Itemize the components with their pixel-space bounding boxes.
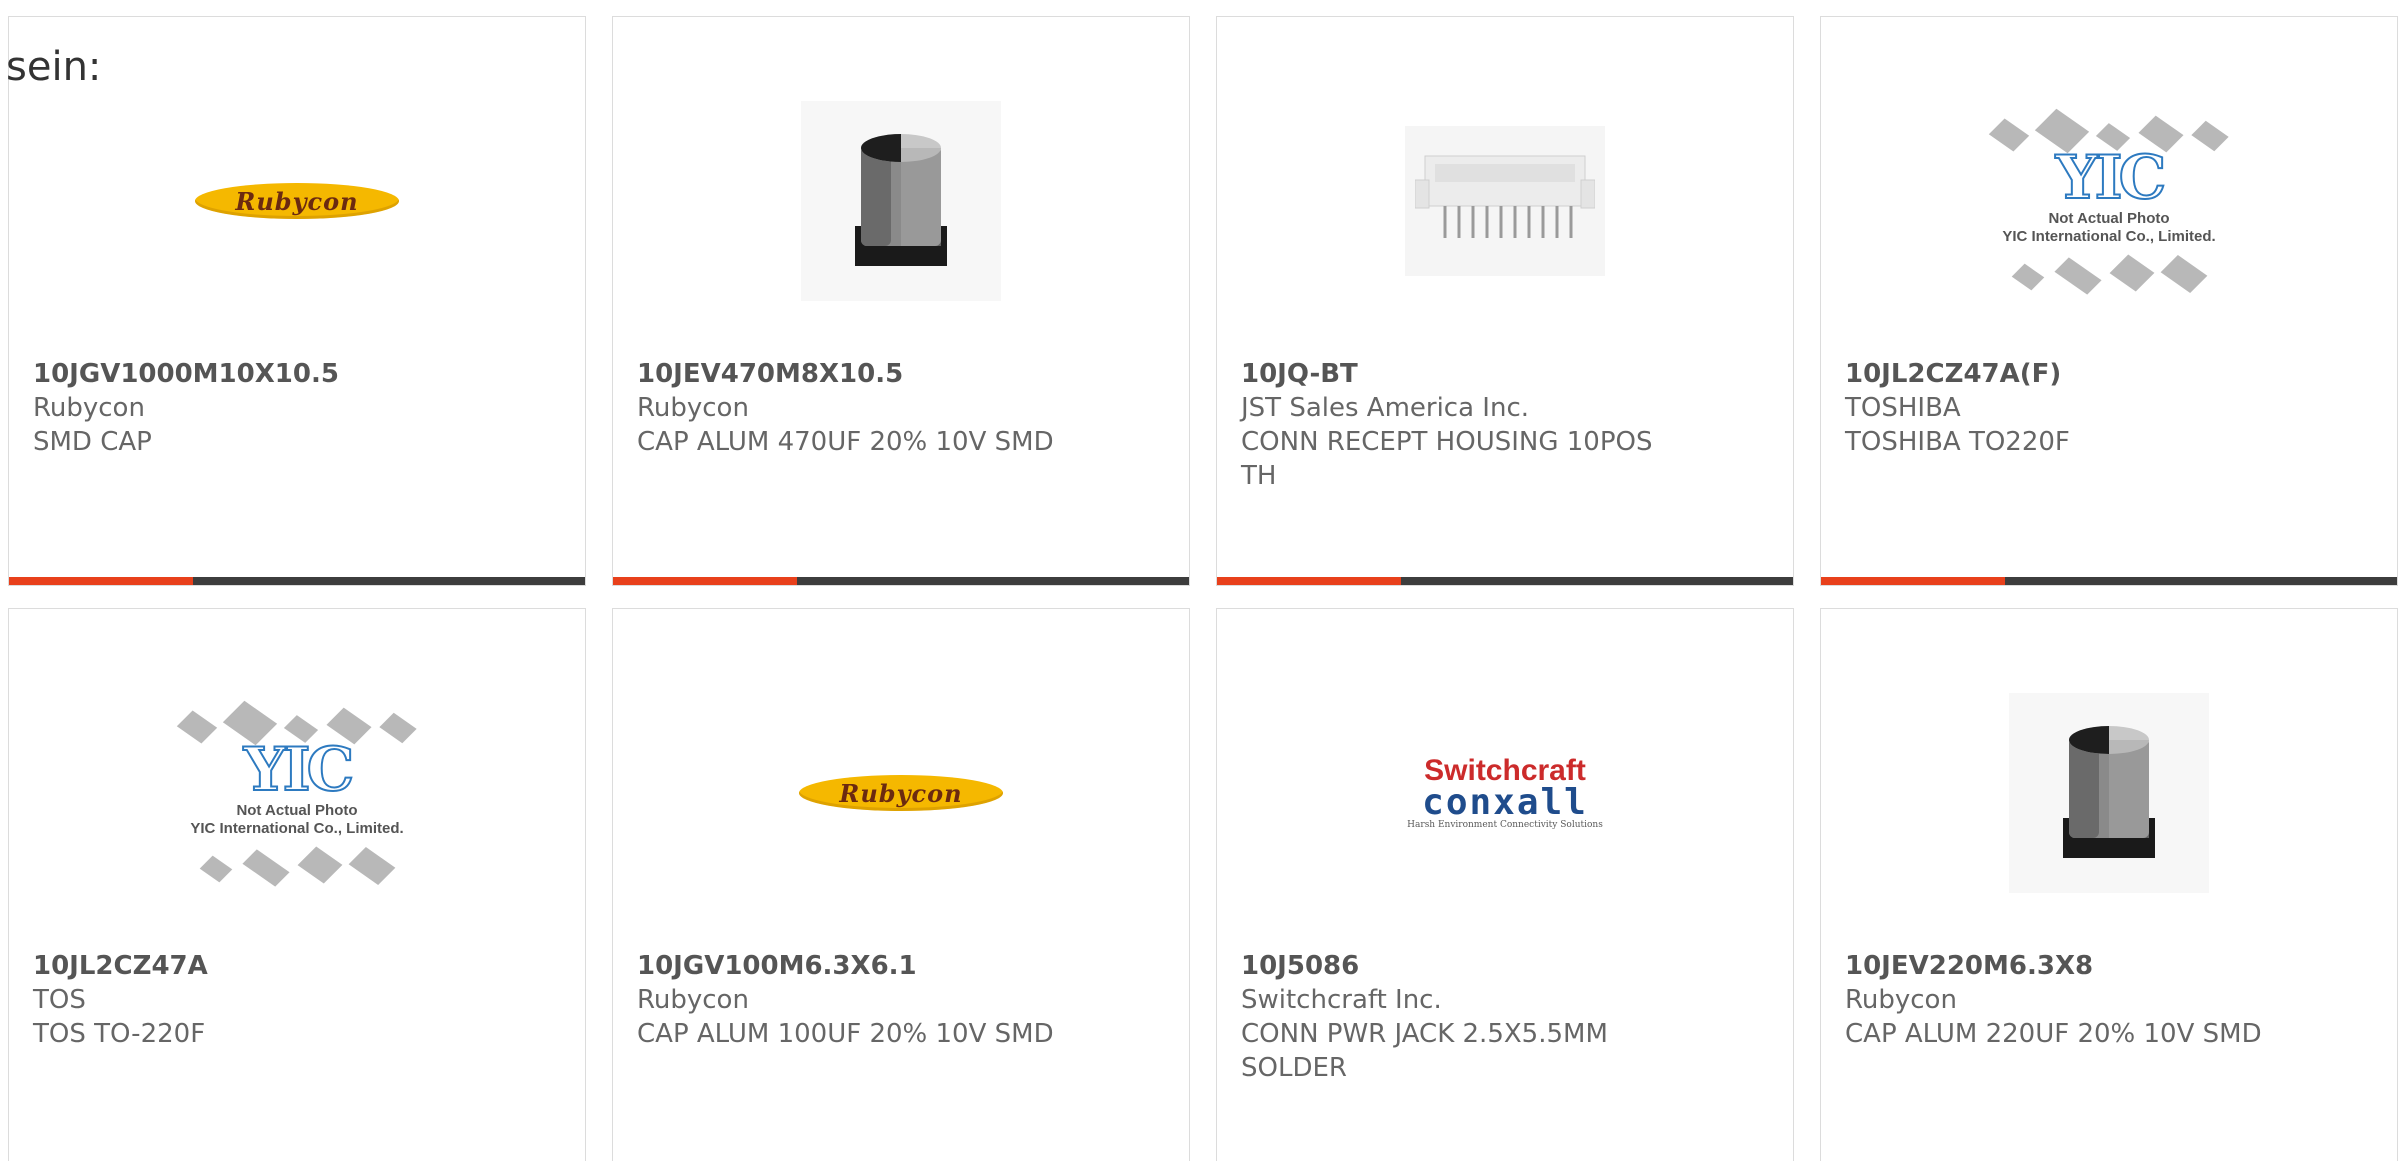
product-image[interactable] (613, 41, 1189, 361)
manufacturer: JST Sales America Inc. (1241, 393, 1530, 423)
product-image[interactable]: YIC Not Actual Photo YIC International C… (9, 633, 585, 953)
chip-row-top (1988, 108, 2229, 154)
product-info: 10JL2CZ47A(F) TOSHIBA TOSHIBA TO220F (1845, 357, 2365, 459)
product-image[interactable]: Rubycon (613, 633, 1189, 953)
yic-caption-line2: YIC International Co., Limited. (190, 820, 404, 837)
product-image[interactable] (1217, 41, 1793, 361)
product-card[interactable]: Switchcraft conxall Harsh Environment Co… (1216, 608, 1794, 1161)
chip-row-bottom (2011, 254, 2208, 295)
product-info: 10J5086 Switchcraft Inc. CONN PWR JACK 2… (1241, 949, 1761, 1085)
product-card[interactable]: Rubycon 10JGV1000M10X10.5 Rubycon SMD CA… (8, 16, 586, 586)
product-info: 10JEV220M6.3X8 Rubycon CAP ALUM 220UF 20… (1845, 949, 2365, 1051)
rubycon-logo: Rubycon (799, 775, 1003, 811)
chip-icon (199, 855, 233, 883)
card-bottom-bar (9, 577, 585, 585)
description: TOSHIBA TO220F (1845, 427, 2070, 457)
switchcraft-logo: Switchcraft conxall Harsh Environment Co… (1407, 756, 1603, 831)
description: CONN RECEPT HOUSING 10POS TH (1241, 427, 1653, 491)
capacitor-image (855, 134, 947, 266)
product-card[interactable]: YIC Not Actual Photo YIC International C… (8, 608, 586, 1161)
chip-icon (2160, 255, 2208, 293)
part-number-link[interactable]: 10JQ-BT (1241, 357, 1761, 391)
rubycon-logo: Rubycon (195, 183, 399, 219)
manufacturer: Rubycon (637, 393, 749, 423)
part-number-link[interactable]: 10JGV100M6.3X6.1 (637, 949, 1157, 983)
yic-placeholder-image: YIC Not Actual Photo YIC International C… (1988, 108, 2229, 295)
connector-photo (1405, 126, 1605, 276)
manufacturer: Switchcraft Inc. (1241, 985, 1442, 1015)
chip-icon (2054, 257, 2102, 295)
product-image[interactable]: Switchcraft conxall Harsh Environment Co… (1217, 633, 1793, 953)
description: CAP ALUM 470UF 20% 10V SMD (637, 427, 1054, 457)
manufacturer: Rubycon (637, 985, 749, 1015)
rubycon-logo-text: Rubycon (839, 778, 963, 808)
chip-icon (176, 710, 218, 744)
card-bottom-bar (613, 577, 1189, 585)
card-accent (9, 577, 193, 585)
card-accent (1217, 577, 1401, 585)
card-accent (613, 577, 797, 585)
yic-caption-line1: Not Actual Photo (2048, 210, 2170, 227)
product-info: 10JGV100M6.3X6.1 Rubycon CAP ALUM 100UF … (637, 949, 1157, 1051)
product-listing-page: sein: Rubycon 10JGV1000M10X10.5 Rubycon … (0, 0, 2400, 1161)
chip-icon (379, 712, 417, 744)
part-number-link[interactable]: 10JEV220M6.3X8 (1845, 949, 2365, 983)
description: SMD CAP (33, 427, 152, 457)
product-image[interactable] (1821, 633, 2397, 953)
logo-tagline: Harsh Environment Connectivity Solutions (1407, 820, 1603, 830)
card-bottom-bar (1821, 577, 2397, 585)
yic-caption-line2: YIC International Co., Limited. (2002, 228, 2216, 245)
yic-logo: YIC (2055, 143, 2168, 213)
card-bottom-bar (1217, 577, 1793, 585)
chip-row-bottom (199, 846, 396, 887)
manufacturer: TOS (33, 985, 86, 1015)
product-card[interactable]: 10JQ-BT JST Sales America Inc. CONN RECE… (1216, 16, 1794, 586)
chip-icon (2011, 263, 2045, 291)
card-accent (1821, 577, 2005, 585)
connector-image (1415, 155, 1595, 238)
section-label: sein: (6, 44, 102, 90)
product-card[interactable]: YIC Not Actual Photo YIC International C… (1820, 16, 2398, 586)
chip-icon (348, 847, 396, 885)
part-number-link[interactable]: 10JEV470M8X10.5 (637, 357, 1157, 391)
yic-placeholder-image: YIC Not Actual Photo YIC International C… (176, 700, 417, 887)
product-grid: Rubycon 10JGV1000M10X10.5 Rubycon SMD CA… (8, 16, 2400, 1161)
capacitor-image (2063, 726, 2155, 858)
part-number-link[interactable]: 10JL2CZ47A(F) (1845, 357, 2365, 391)
capacitor-photo (801, 101, 1001, 301)
product-card[interactable]: Rubycon 10JGV100M6.3X6.1 Rubycon CAP ALU… (612, 608, 1190, 1161)
product-info: 10JQ-BT JST Sales America Inc. CONN RECE… (1241, 357, 1761, 493)
part-number-link[interactable]: 10J5086 (1241, 949, 1761, 983)
product-card[interactable]: 10JEV220M6.3X8 Rubycon CAP ALUM 220UF 20… (1820, 608, 2398, 1161)
description: CONN PWR JACK 2.5X5.5MM SOLDER (1241, 1019, 1608, 1083)
product-card[interactable]: 10JEV470M8X10.5 Rubycon CAP ALUM 470UF 2… (612, 16, 1190, 586)
manufacturer: Rubycon (1845, 985, 1957, 1015)
manufacturer: TOSHIBA (1845, 393, 1961, 423)
part-number-link[interactable]: 10JGV1000M10X10.5 (33, 357, 553, 391)
chip-row-top (176, 700, 417, 746)
manufacturer: Rubycon (33, 393, 145, 423)
yic-caption-line1: Not Actual Photo (236, 802, 358, 819)
chip-icon (2191, 120, 2229, 152)
description: TOS TO-220F (33, 1019, 206, 1049)
description: CAP ALUM 220UF 20% 10V SMD (1845, 1019, 2262, 1049)
conxall-logo-text: conxall (1422, 782, 1588, 823)
part-number-link[interactable]: 10JL2CZ47A (33, 949, 553, 983)
chip-icon (2109, 254, 2155, 292)
product-image[interactable]: YIC Not Actual Photo YIC International C… (1821, 41, 2397, 361)
product-info: 10JGV1000M10X10.5 Rubycon SMD CAP (33, 357, 553, 459)
product-info: 10JEV470M8X10.5 Rubycon CAP ALUM 470UF 2… (637, 357, 1157, 459)
capacitor-photo (2009, 693, 2209, 893)
chip-icon (242, 849, 290, 887)
description: CAP ALUM 100UF 20% 10V SMD (637, 1019, 1054, 1049)
product-info: 10JL2CZ47A TOS TOS TO-220F (33, 949, 553, 1051)
chip-icon (1988, 118, 2030, 152)
yic-logo: YIC (243, 735, 356, 805)
chip-icon (297, 846, 343, 884)
rubycon-logo-text: Rubycon (235, 186, 359, 216)
